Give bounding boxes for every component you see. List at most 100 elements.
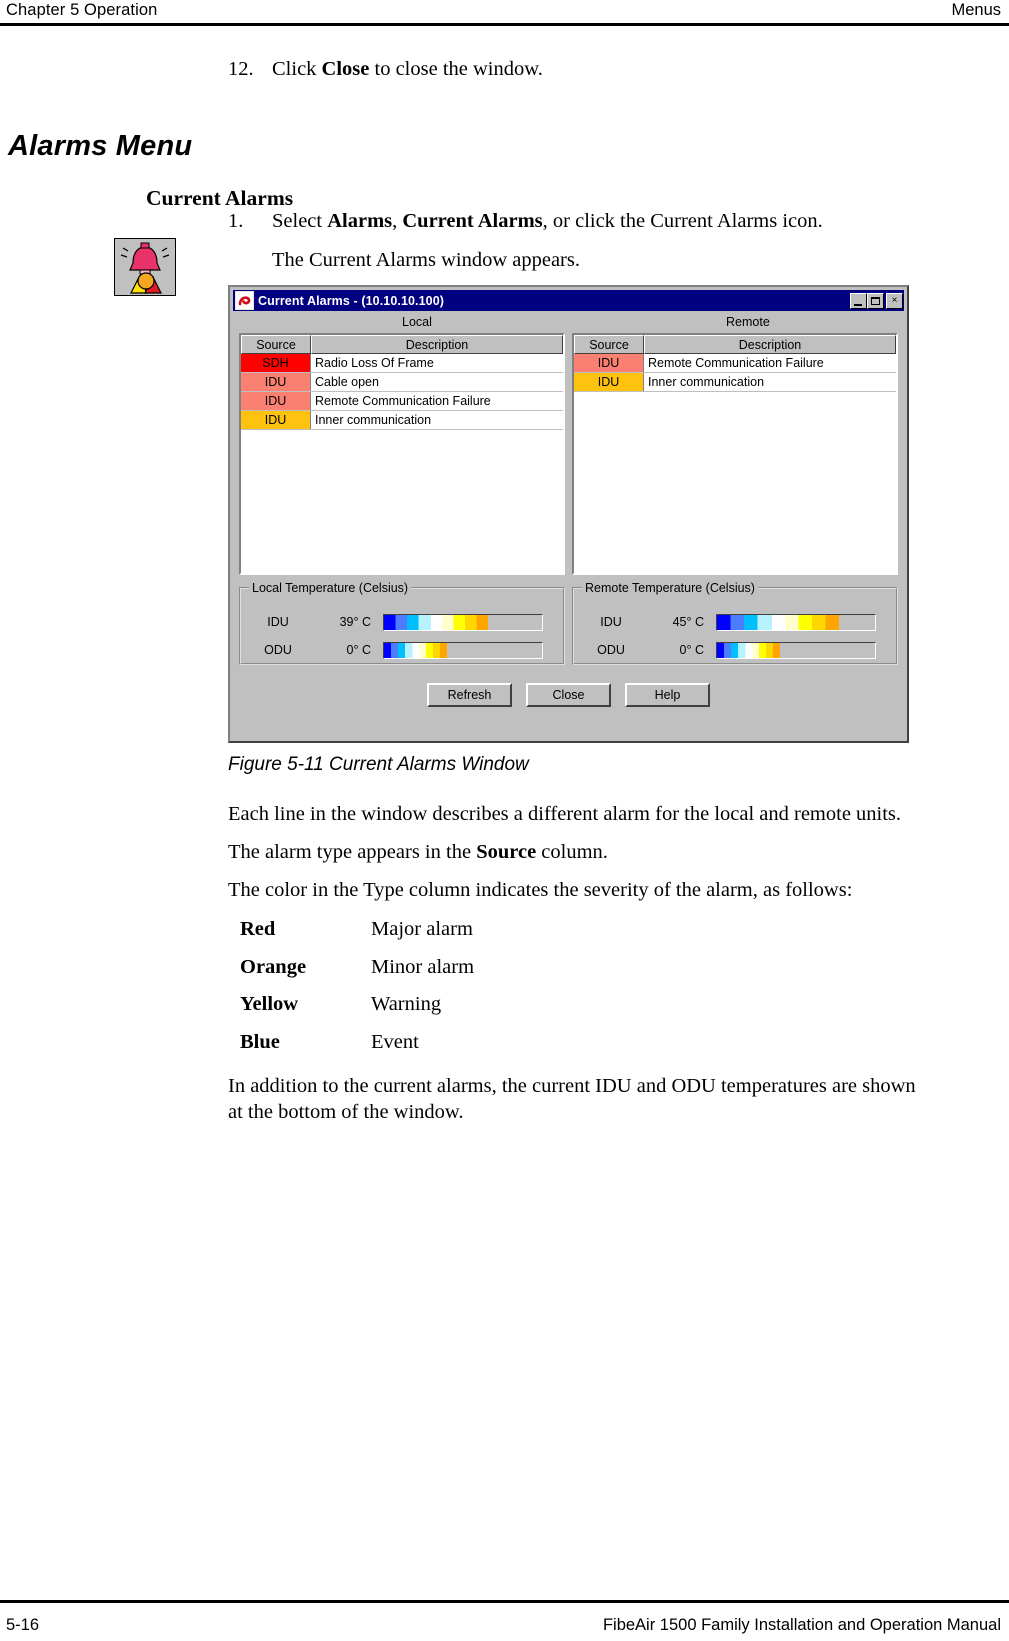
body-paragraph-2-post: column. bbox=[536, 841, 608, 863]
table-row[interactable]: IDU Remote Communication Failure bbox=[574, 354, 896, 373]
legend-meaning-3: Event bbox=[371, 1030, 419, 1053]
legend-color-2: Yellow bbox=[240, 993, 299, 1015]
remote-alarm-row-1-description: Inner communication bbox=[644, 373, 896, 391]
remote-col-description[interactable]: Description bbox=[644, 335, 896, 354]
window-titlebar: Current Alarms - (10.10.10.100) × bbox=[233, 290, 904, 311]
ceragon-logo-glyph bbox=[237, 293, 252, 308]
remote-col-source[interactable]: Source bbox=[574, 335, 644, 354]
local-temp-idu-gauge bbox=[383, 613, 543, 631]
dialog-button-bar: Refresh Close Help bbox=[230, 683, 907, 707]
step-12-text-pre: Click bbox=[272, 58, 322, 80]
table-row[interactable]: IDU Inner communication bbox=[574, 373, 896, 392]
local-temp-odu-gauge-fill bbox=[384, 642, 448, 658]
local-temperature-group: Local Temperature (Celsius) IDU 39° C OD… bbox=[239, 581, 565, 665]
remote-alarm-row-0-description: Remote Communication Failure bbox=[644, 354, 896, 372]
remote-panel-label: Remote bbox=[726, 315, 770, 329]
local-temp-row-idu: IDU 39° C bbox=[241, 609, 563, 635]
remote-temp-idu-gauge bbox=[716, 613, 876, 631]
current-alarms-window: Current Alarms - (10.10.10.100) × Local … bbox=[228, 285, 909, 743]
minimize-button[interactable] bbox=[850, 292, 867, 309]
local-alarm-row-1-description: Cable open bbox=[311, 373, 563, 391]
footer-page-number: 5-16 bbox=[6, 1616, 40, 1634]
step-12-text-post: to close the window. bbox=[369, 58, 543, 80]
legend-meaning-0: Major alarm bbox=[371, 918, 473, 940]
help-button[interactable]: Help bbox=[625, 683, 710, 707]
maximize-button[interactable] bbox=[867, 292, 884, 309]
severity-legend-table: Red Major alarm Orange Minor alarm Yellow War… bbox=[240, 918, 474, 1068]
remote-alarm-row-0-source: IDU bbox=[574, 354, 644, 372]
table-row[interactable]: SDH Radio Loss Of Frame bbox=[241, 354, 563, 373]
local-temp-row-odu: ODU 0° C bbox=[241, 637, 563, 663]
step-1-bold-alarms: Alarms bbox=[327, 210, 393, 232]
page-running-header: Chapter 5 Operation Menus bbox=[0, 0, 1009, 24]
table-row[interactable]: IDU Inner communication bbox=[241, 411, 563, 430]
step-1-text-pre: Select bbox=[272, 210, 328, 232]
local-temp-odu-gauge bbox=[383, 641, 543, 659]
local-table-header: Source Description bbox=[241, 335, 563, 354]
panel-label-row: Local Remote bbox=[230, 315, 907, 333]
remote-alarm-row-1-source: IDU bbox=[574, 373, 644, 391]
remote-temp-row-odu: ODU 0° C bbox=[574, 637, 896, 663]
body-paragraph-2: The alarm type appears in the Source col… bbox=[228, 841, 608, 864]
legend-row: Blue Event bbox=[240, 1031, 474, 1069]
legend-color-3: Blue bbox=[240, 1030, 280, 1053]
remote-temp-odu-gauge bbox=[716, 641, 876, 659]
local-temp-idu-value: 39° C bbox=[339, 615, 371, 629]
remote-temp-idu-gauge-fill bbox=[717, 614, 839, 630]
local-temp-odu-value: 0° C bbox=[346, 643, 371, 657]
local-temperature-legend: Local Temperature (Celsius) bbox=[249, 581, 412, 595]
minimize-icon bbox=[854, 303, 862, 306]
close-button[interactable]: Close bbox=[526, 683, 611, 707]
body-paragraph-closing: In addition to the current alarms, the c… bbox=[228, 1075, 916, 1124]
local-temp-idu-label: IDU bbox=[267, 615, 289, 629]
body-paragraph-3: The color in the Type column indicates t… bbox=[228, 879, 853, 901]
legend-meaning-1: Minor alarm bbox=[371, 955, 475, 978]
step-1-number: 1. bbox=[228, 210, 244, 232]
body-paragraph-1: Each line in the window describes a diff… bbox=[228, 803, 902, 825]
local-col-description[interactable]: Description bbox=[311, 335, 563, 354]
window-title: Current Alarms - (10.10.10.100) bbox=[258, 293, 445, 308]
local-alarm-row-2-source: IDU bbox=[241, 392, 311, 410]
local-col-source[interactable]: Source bbox=[241, 335, 311, 354]
step-1-text: Select Alarms, Current Alarms, or click … bbox=[272, 210, 823, 233]
body-paragraph-2-bold: Source bbox=[476, 841, 537, 863]
table-row[interactable]: IDU Cable open bbox=[241, 373, 563, 392]
step-1-text-post: , or click the Current Alarms icon. bbox=[542, 210, 823, 232]
figure-caption: Figure 5-11 Current Alarms Window bbox=[228, 754, 529, 775]
local-panel-label: Local bbox=[402, 315, 432, 329]
header-chapter-label: Chapter 5 Operation bbox=[6, 1, 158, 19]
window-controls: × bbox=[850, 292, 904, 309]
current-alarms-toolbar-icon bbox=[114, 238, 176, 296]
page-title: Alarms Menu bbox=[8, 130, 193, 162]
remote-temp-idu-label: IDU bbox=[600, 615, 622, 629]
step-1-sep: , bbox=[392, 210, 403, 232]
local-temp-odu-label: ODU bbox=[264, 643, 292, 657]
step-12-text: Click Close to close the window. bbox=[272, 58, 543, 81]
legend-row: Yellow Warning bbox=[240, 993, 474, 1031]
table-row[interactable]: IDU Remote Communication Failure bbox=[241, 392, 563, 411]
remote-table-header: Source Description bbox=[574, 335, 896, 354]
step-1-bold-current-alarms: Current Alarms bbox=[402, 210, 543, 232]
remote-table-body: IDU Remote Communication Failure IDU Inner … bbox=[574, 354, 896, 392]
local-alarm-row-3-source: IDU bbox=[241, 411, 311, 429]
remote-temp-odu-label: ODU bbox=[597, 643, 625, 657]
maximize-icon bbox=[871, 296, 880, 305]
remote-temp-row-idu: IDU 45° C bbox=[574, 609, 896, 635]
legend-color-0: Red bbox=[240, 918, 276, 940]
remote-temperature-group: Remote Temperature (Celsius) IDU 45° C O… bbox=[572, 581, 898, 665]
local-alarms-table[interactable]: Source Description SDH Radio Loss Of Fram… bbox=[239, 333, 565, 575]
remote-temperature-legend: Remote Temperature (Celsius) bbox=[582, 581, 758, 595]
legend-row: Orange Minor alarm bbox=[240, 956, 474, 994]
ceragon-logo-icon bbox=[235, 291, 254, 310]
local-table-body: SDH Radio Loss Of Frame IDU Cable open IDU Re… bbox=[241, 354, 563, 430]
refresh-button[interactable]: Refresh bbox=[427, 683, 512, 707]
footer-manual-title: FibeAir 1500 Family Installation and Ope… bbox=[602, 1616, 1001, 1634]
remote-alarms-table[interactable]: Source Description IDU Remote Communicati… bbox=[572, 333, 898, 575]
local-alarm-row-0-source: SDH bbox=[241, 354, 311, 372]
subsection-heading: Current Alarms bbox=[146, 186, 294, 210]
remote-temp-idu-value: 45° C bbox=[672, 615, 704, 629]
legend-row: Red Major alarm bbox=[240, 918, 474, 956]
alarm-bell-icon bbox=[115, 239, 175, 295]
local-alarm-row-3-description: Inner communication bbox=[311, 411, 563, 429]
window-close-button[interactable]: × bbox=[886, 292, 903, 309]
